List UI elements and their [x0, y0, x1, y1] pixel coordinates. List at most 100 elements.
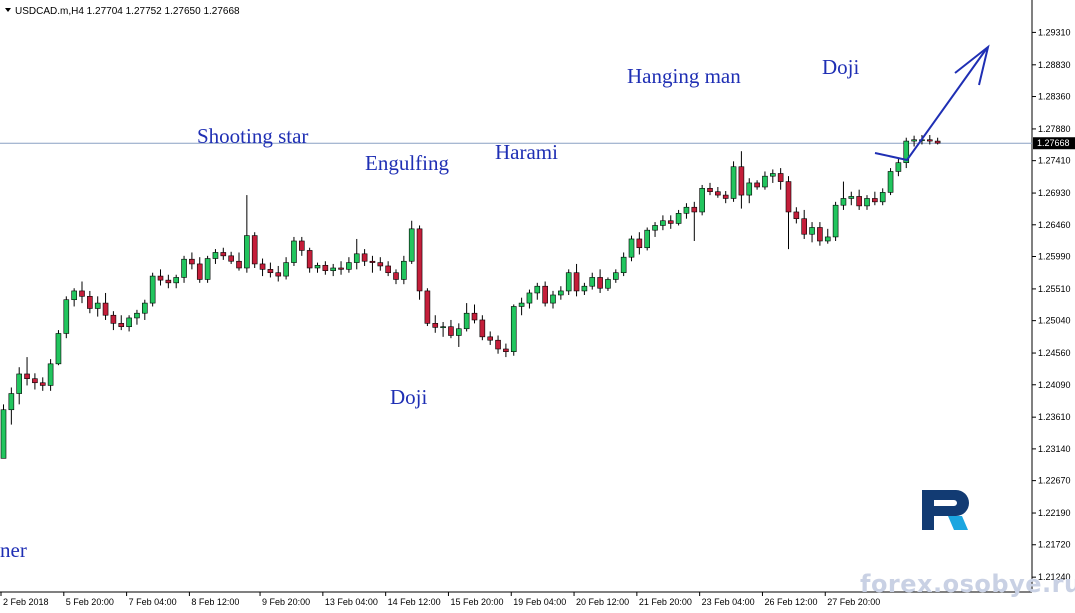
x-tick-label: 9 Feb 20:00: [262, 597, 310, 607]
candle-body: [612, 272, 619, 280]
candle-body: [306, 250, 313, 269]
pattern-label: Hanging man: [627, 64, 741, 88]
x-tick-label: 5 Feb 20:00: [66, 597, 114, 607]
candle-body: [746, 182, 753, 196]
candle-body: [416, 228, 423, 292]
candle-body: [322, 264, 329, 271]
candle-body: [432, 323, 439, 328]
pattern-label: Doji: [390, 385, 428, 409]
bullish-candle: [63, 296, 70, 339]
candle-body: [644, 229, 651, 249]
candle-body: [181, 258, 187, 278]
candle-body: [660, 220, 666, 226]
bullish-candle: [204, 255, 211, 283]
y-tick-label: 1.26930: [1038, 188, 1071, 198]
candle-body: [738, 166, 745, 196]
candle-body: [204, 258, 211, 280]
y-tick-label: 1.27410: [1038, 156, 1071, 166]
candle-body: [707, 188, 713, 193]
pattern-label: ner: [0, 538, 27, 562]
x-tick-label: 27 Feb 20:00: [827, 597, 880, 607]
candle-body: [769, 173, 776, 177]
candle-body: [691, 206, 698, 213]
candle-body: [762, 175, 768, 188]
y-tick-label: 1.25990: [1038, 252, 1071, 262]
y-tick-label: 1.26460: [1038, 220, 1071, 230]
candle-body: [71, 290, 77, 301]
x-tick-label: 21 Feb 20:00: [639, 597, 692, 607]
candle-body: [228, 255, 234, 262]
candle-body: [809, 227, 815, 235]
bullish-candle: [0, 404, 7, 459]
y-tick-label: 1.22190: [1038, 508, 1071, 518]
candle-body: [872, 198, 878, 203]
y-tick-label: 1.27880: [1038, 124, 1071, 134]
x-tick-label: 13 Feb 04:00: [325, 597, 378, 607]
y-tick-label: 1.25040: [1038, 316, 1071, 326]
y-tick-label: 1.22670: [1038, 476, 1071, 486]
pattern-label: Doji: [822, 55, 860, 79]
candle-body: [840, 198, 847, 206]
candle-body: [503, 348, 509, 352]
x-tick-label: 14 Feb 12:00: [388, 597, 441, 607]
candle-body: [628, 238, 635, 258]
candle-body: [715, 191, 721, 196]
candle-body: [212, 252, 219, 259]
candle-body: [565, 272, 572, 292]
candle-body: [722, 194, 729, 199]
candle-body: [47, 363, 54, 386]
candle-body: [864, 198, 870, 207]
candle-body: [39, 382, 46, 386]
candle-body: [236, 260, 242, 269]
candle-body: [440, 326, 446, 329]
candle-body: [848, 196, 855, 199]
y-tick-label: 1.29310: [1038, 27, 1071, 37]
x-tick-label: 26 Feb 12:00: [764, 597, 817, 607]
candle-body: [448, 326, 454, 336]
candle-body: [824, 236, 831, 242]
x-tick-label: 7 Feb 04:00: [129, 597, 177, 607]
candle-body: [259, 263, 266, 270]
candle-body: [777, 173, 784, 182]
candle-body: [911, 139, 917, 142]
symbol-header: USDCAD.m,H4 1.27704 1.27752 1.27650 1.27…: [15, 6, 240, 17]
candle-body: [220, 252, 227, 257]
candle-body: [353, 253, 360, 263]
candle-body: [165, 279, 172, 284]
candle-body: [463, 312, 470, 330]
candle-body: [94, 302, 101, 309]
bullish-candle: [149, 272, 156, 307]
candle-body: [338, 267, 344, 270]
bullish-candle: [730, 161, 737, 202]
candle-body: [518, 302, 525, 307]
candle-body: [856, 196, 862, 207]
bearish-candle: [416, 225, 423, 300]
candle-body: [675, 213, 682, 224]
watermark-site: forex.osobye.ru: [860, 570, 1075, 598]
candle-body: [526, 292, 533, 304]
roboforex-logo-icon: [922, 490, 969, 530]
candle-body: [291, 240, 297, 263]
candle-body: [887, 171, 894, 193]
candle-body: [346, 262, 352, 270]
bullish-candle: [565, 269, 572, 295]
bullish-candle: [699, 184, 705, 216]
candle-body: [157, 275, 164, 281]
y-tick-label: 1.23140: [1038, 444, 1071, 454]
candle-body: [377, 262, 384, 267]
candle-body: [479, 319, 486, 338]
candle-body: [385, 265, 391, 274]
candle-body: [0, 409, 7, 459]
candle-body: [24, 373, 30, 379]
candle-body: [424, 290, 431, 324]
candle-body: [134, 312, 140, 319]
candle-body: [118, 323, 125, 328]
candle-body: [361, 253, 368, 262]
candle-body: [895, 162, 902, 172]
y-tick-label: 1.28360: [1038, 92, 1071, 102]
candle-body: [149, 275, 156, 304]
candle-body: [298, 240, 305, 251]
candle-body: [314, 264, 321, 269]
x-tick-label: 8 Feb 12:00: [191, 597, 239, 607]
candle-body: [652, 225, 658, 231]
